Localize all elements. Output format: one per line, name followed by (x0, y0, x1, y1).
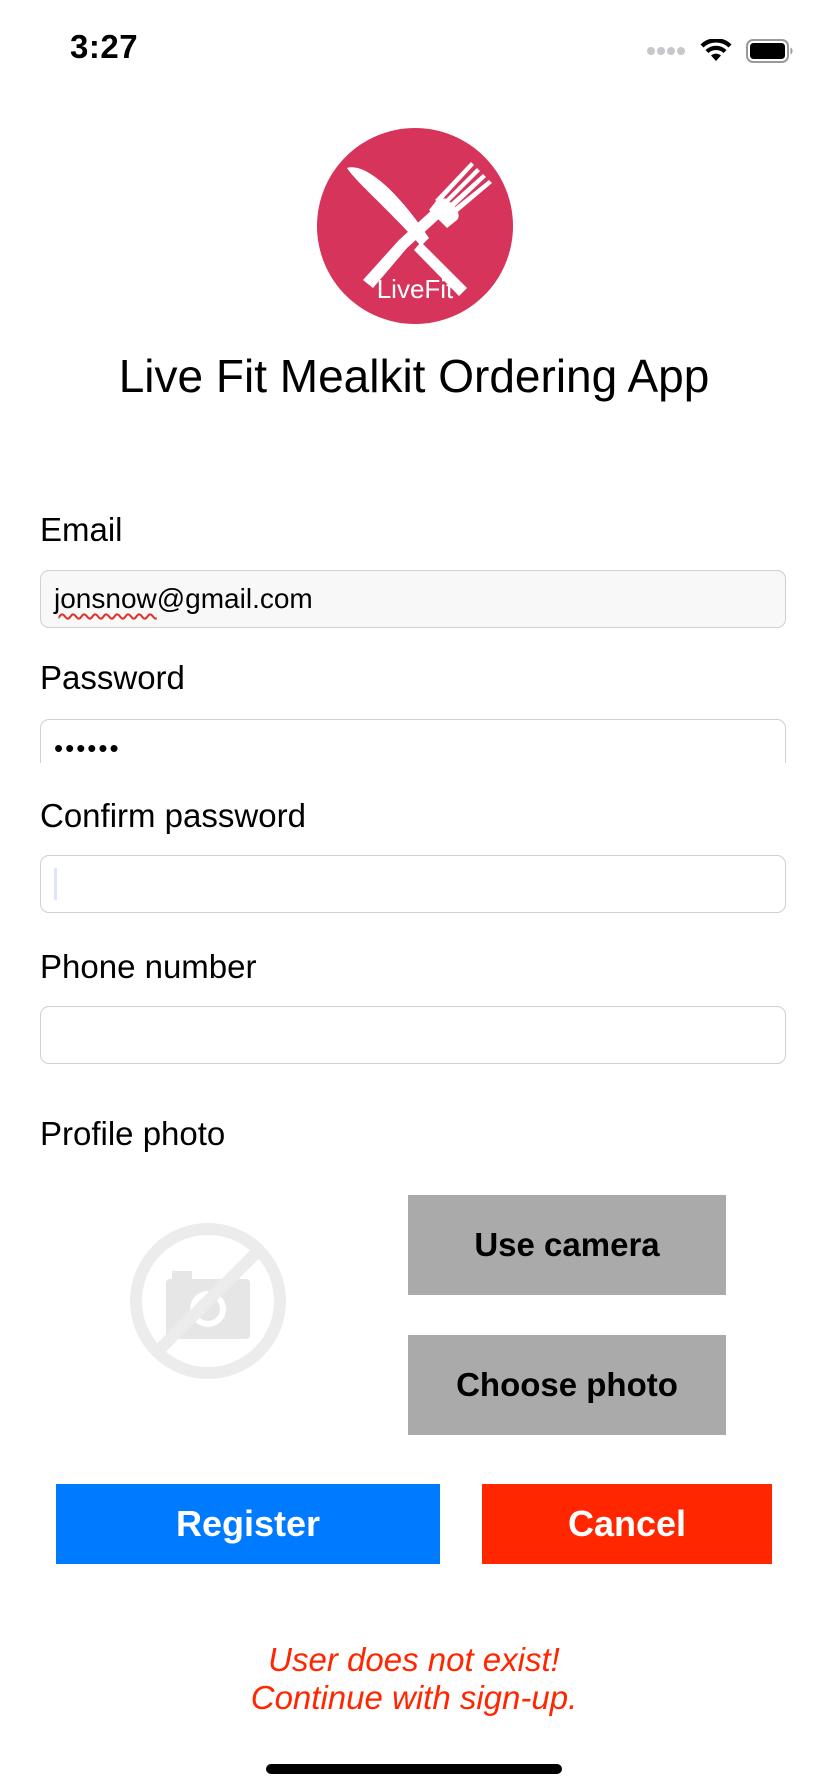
app-title: Live Fit Mealkit Ordering App (118, 350, 710, 402)
livefit-logo: LiveFit (317, 128, 513, 324)
password-value: •••••• (54, 733, 121, 763)
text-cursor (54, 868, 57, 900)
logo-text: LiveFit (377, 274, 454, 304)
password-field[interactable]: •••••• (40, 719, 786, 763)
profile-photo-label: Profile photo (40, 1115, 226, 1152)
no-camera-icon (130, 1223, 286, 1379)
status-time: 3:27 (70, 28, 139, 65)
email-label: Email (40, 511, 123, 548)
email-field[interactable]: jonsnow @gmail.com (40, 570, 786, 628)
status-message-line1: User does not exist! (268, 1641, 560, 1678)
cancel-button[interactable]: Cancel (482, 1484, 772, 1564)
email-value-misspelled: jonsnow (54, 583, 157, 614)
signal-icon (647, 47, 685, 55)
status-icons (646, 36, 794, 66)
confirm-password-label: Confirm password (40, 797, 306, 834)
register-button[interactable]: Register (56, 1484, 440, 1564)
phone-field[interactable] (40, 1006, 786, 1064)
use-camera-button[interactable]: Use camera (408, 1195, 726, 1295)
choose-photo-button[interactable]: Choose photo (408, 1335, 726, 1435)
status-message-line2: Continue with sign-up. (250, 1679, 578, 1716)
email-value-rest: @gmail.com (156, 583, 313, 614)
screen: 3:27 LiveFit Live Fit Mealkit Ordering A… (0, 0, 828, 1792)
wifi-icon (700, 39, 732, 61)
password-label: Password (40, 659, 185, 696)
phone-label: Phone number (40, 948, 257, 985)
home-indicator (266, 1764, 562, 1774)
confirm-password-field[interactable] (40, 855, 786, 913)
battery-icon (746, 39, 793, 63)
